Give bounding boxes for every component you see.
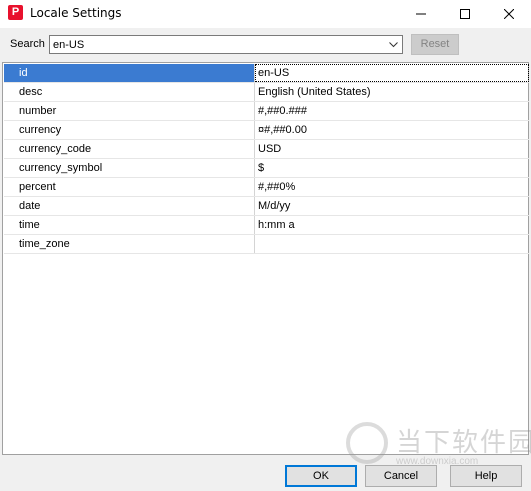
watermark-text: 当下软件园 [396,428,531,458]
property-value[interactable] [255,235,529,253]
search-label: Search [10,38,45,50]
property-key: percent [4,178,255,196]
app-logo-icon: P [8,5,23,20]
minimize-button[interactable] [399,0,443,28]
watermark-logo-icon [346,422,388,464]
minimize-icon [416,13,426,15]
property-key: time_zone [4,235,255,253]
close-icon [504,9,514,19]
close-button[interactable] [487,0,531,28]
property-value[interactable]: en-US [255,64,529,82]
table-row[interactable]: currency_symbol $ [4,159,529,178]
property-key: currency_code [4,140,255,158]
property-value[interactable]: English (United States) [255,83,529,101]
reset-button[interactable]: Reset [411,34,459,55]
help-button[interactable]: Help [450,465,522,487]
property-key: time [4,216,255,234]
property-value[interactable]: ¤#,##0.00 [255,121,529,139]
window-title: Locale Settings [30,6,122,20]
title-bar: P Locale Settings [0,0,531,28]
search-combobox[interactable] [49,35,403,54]
property-key: number [4,102,255,120]
table-row[interactable]: id en-US [4,64,529,83]
property-key: date [4,197,255,215]
cancel-button[interactable]: Cancel [365,465,437,487]
ok-button[interactable]: OK [285,465,357,487]
chevron-down-icon[interactable] [386,36,400,53]
locale-properties-table[interactable]: id en-US desc English (United States) nu… [2,62,529,455]
property-key: currency [4,121,255,139]
table-row[interactable]: currency ¤#,##0.00 [4,121,529,140]
property-key: id [4,64,255,82]
table-row[interactable]: time_zone [4,235,529,254]
table-row[interactable]: date M/d/yy [4,197,529,216]
table-row[interactable]: time h:mm a [4,216,529,235]
property-key: currency_symbol [4,159,255,177]
property-value[interactable]: $ [255,159,529,177]
maximize-icon [460,9,470,19]
property-value[interactable]: USD [255,140,529,158]
table-row[interactable]: desc English (United States) [4,83,529,102]
table-row[interactable]: percent #,##0% [4,178,529,197]
property-key: desc [4,83,255,101]
table-row[interactable]: currency_code USD [4,140,529,159]
property-value[interactable]: #,##0% [255,178,529,196]
search-input[interactable] [50,36,383,53]
property-value[interactable]: M/d/yy [255,197,529,215]
table-row[interactable]: number #,##0.### [4,102,529,121]
property-value[interactable]: h:mm a [255,216,529,234]
property-value[interactable]: #,##0.### [255,102,529,120]
maximize-button[interactable] [443,0,487,28]
